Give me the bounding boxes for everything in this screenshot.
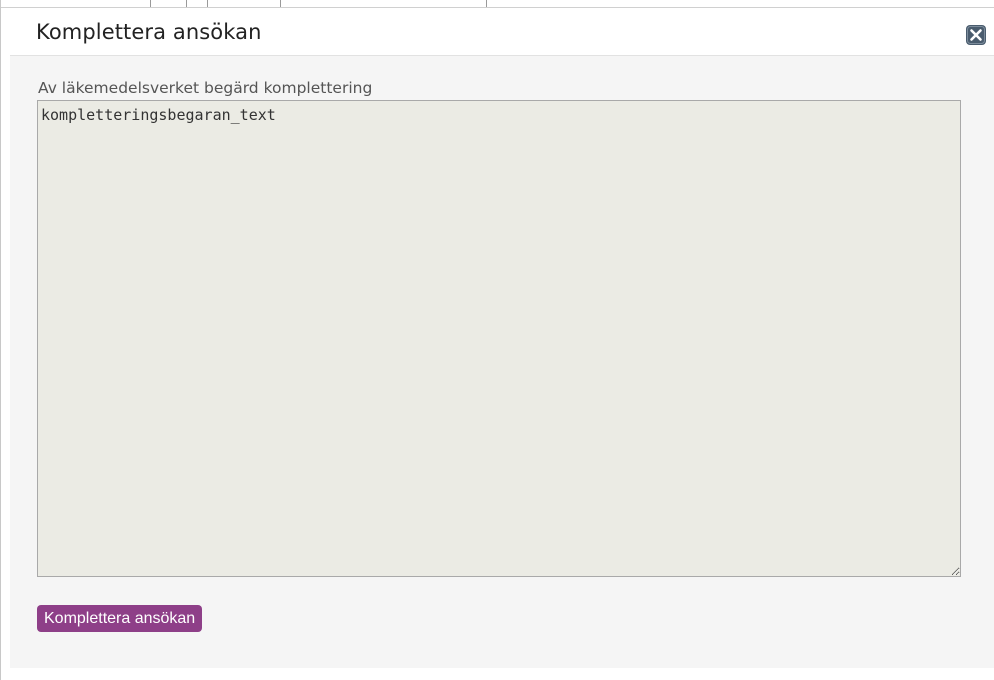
background-tick	[486, 0, 487, 7]
background-edge	[0, 0, 1, 680]
close-button[interactable]	[965, 24, 987, 46]
close-x-icon	[966, 25, 986, 45]
dialog-title: Komplettera ansökan	[36, 20, 262, 44]
dialog-header: Komplettera ansökan	[10, 8, 994, 56]
background-tick	[150, 0, 151, 7]
background-tick	[186, 0, 187, 7]
komplettering-textarea[interactable]: kompletteringsbegaran_text	[37, 100, 961, 577]
page: Komplettera ansökan Av läkemedelsverket …	[0, 0, 994, 680]
komplettering-label: Av läkemedelsverket begärd komplettering	[38, 79, 373, 97]
komplettera-button[interactable]: Komplettera ansökan	[37, 605, 203, 632]
background-tick	[280, 0, 281, 7]
background-tick	[207, 0, 208, 7]
dialog: Komplettera ansökan Av läkemedelsverket …	[10, 8, 994, 668]
